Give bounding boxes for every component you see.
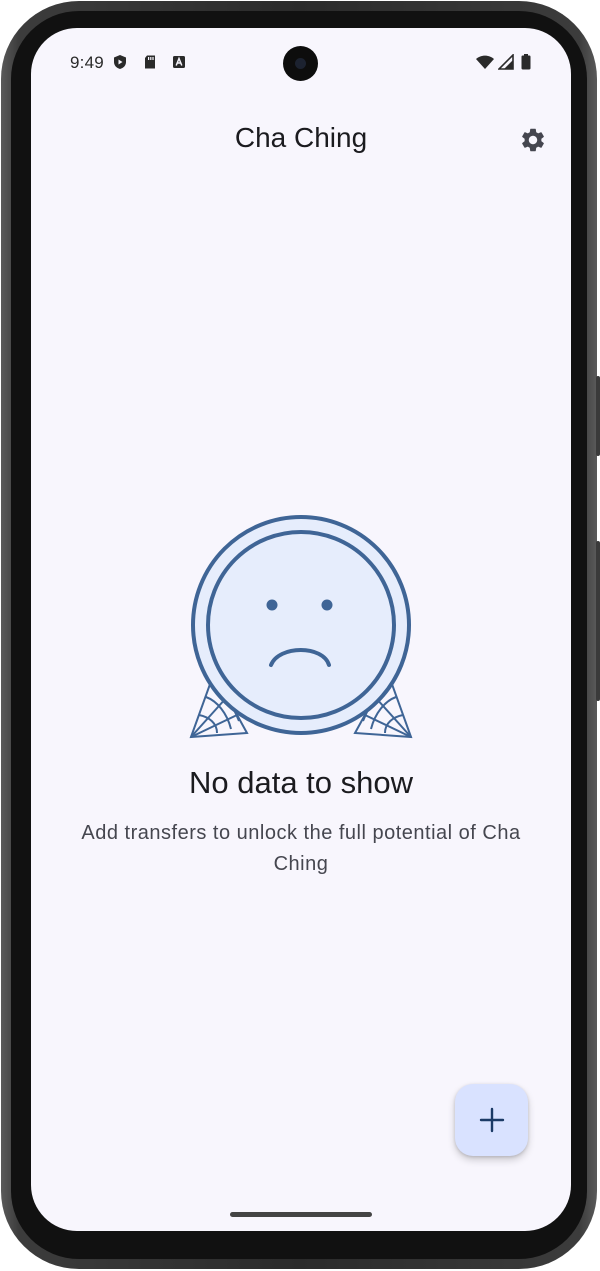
empty-state-title: No data to show [188,765,414,800]
app-title: Cha Ching [234,122,368,153]
shield-play-icon [114,55,126,69]
gesture-nav-handle[interactable] [230,1212,372,1217]
sd-card-icon [145,55,155,69]
font-a-icon [173,56,185,68]
add-transfer-button[interactable] [455,1084,528,1156]
plus-icon [479,1107,504,1133]
status-time: 9:49 [70,53,104,72]
cell-signal-icon [498,54,514,70]
app-screen: 9:49 Cha Ching No data to show Add trans… [31,28,571,1231]
phone-frame: 9:49 Cha Ching No data to show Add trans… [1,1,600,1269]
front-camera [283,46,318,81]
settings-button[interactable] [515,122,551,158]
volume-button [596,376,600,456]
wifi-icon [476,55,494,69]
left-eye [266,599,278,611]
gear-icon [522,128,544,152]
battery-icon [521,54,531,70]
empty-state-subtitle: Add transfers to unlock the full potenti… [81,822,521,875]
sad-coin-illustration [189,515,413,739]
power-button [596,541,600,701]
right-eye [321,599,333,611]
